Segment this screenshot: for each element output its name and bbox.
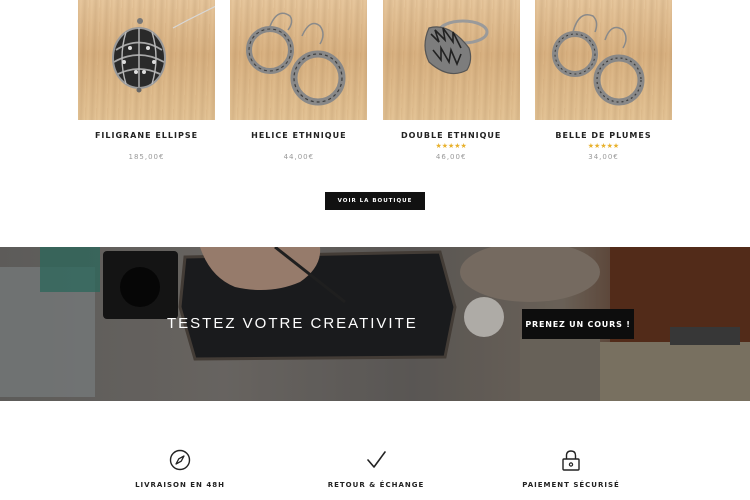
product-image[interactable] xyxy=(534,0,672,120)
hoop-earrings-icon xyxy=(246,12,346,106)
product-image[interactable] xyxy=(78,0,215,120)
product-card[interactable]: FILIGRANE ELLIPSE 185,00€ xyxy=(78,0,215,165)
product-name[interactable]: HELICE ETHNIQUE xyxy=(230,131,367,140)
checkmark-icon xyxy=(367,451,386,468)
compass-icon xyxy=(169,449,191,471)
take-course-button[interactable]: PRENEZ UN COURS ! xyxy=(522,309,634,339)
product-name[interactable]: FILIGRANE ELLIPSE xyxy=(78,131,215,140)
product-card[interactable]: HELICE ETHNIQUE 44,00€ xyxy=(230,0,368,165)
rating-stars xyxy=(78,143,215,150)
rating-stars: ★★★★★ xyxy=(587,142,620,150)
product-card[interactable]: DOUBLE ETHNIQUE ★★★★★ 46,00€ xyxy=(382,0,520,165)
rating-stars xyxy=(230,143,367,150)
banner-title: TESTEZ VOTRE CREATIVITE xyxy=(167,315,418,332)
product-name[interactable]: BELLE DE PLUMES xyxy=(535,131,672,140)
ethnic-ring-icon xyxy=(424,19,489,75)
product-image[interactable] xyxy=(230,0,368,120)
shop-button[interactable]: VOIR LA BOUTIQUE xyxy=(325,192,425,210)
feature-label: LIVRAISON EN 48H xyxy=(135,481,225,489)
product-price: 46,00€ xyxy=(435,153,467,161)
feather-earrings-icon xyxy=(551,14,645,106)
product-image[interactable] xyxy=(382,0,520,120)
feature-returns: RETOUR & ÉCHANGE xyxy=(296,449,456,489)
feature-label: PAIEMENT SÉCURISÉ xyxy=(522,481,620,489)
feature-delivery: LIVRAISON EN 48H xyxy=(100,449,260,489)
product-price: 34,00€ xyxy=(588,153,619,161)
feature-label: RETOUR & ÉCHANGE xyxy=(327,481,425,489)
filigree-pendant-icon xyxy=(112,5,215,93)
product-card[interactable]: BELLE DE PLUMES ★★★★★ 34,00€ xyxy=(534,0,672,165)
product-grid: FILIGRANE ELLIPSE 185,00€ HELICE ETHNIQU… xyxy=(78,0,672,165)
rating-stars: ★★★★★ xyxy=(435,142,467,150)
feature-secure-payment: PAIEMENT SÉCURISÉ xyxy=(491,449,651,489)
product-price: 185,00€ xyxy=(128,153,165,161)
product-name[interactable]: DOUBLE ETHNIQUE xyxy=(383,131,520,140)
lock-icon xyxy=(562,450,580,471)
features-bar: LIVRAISON EN 48H RETOUR & ÉCHANGE PAIEME… xyxy=(0,401,750,500)
product-price: 44,00€ xyxy=(283,153,315,161)
